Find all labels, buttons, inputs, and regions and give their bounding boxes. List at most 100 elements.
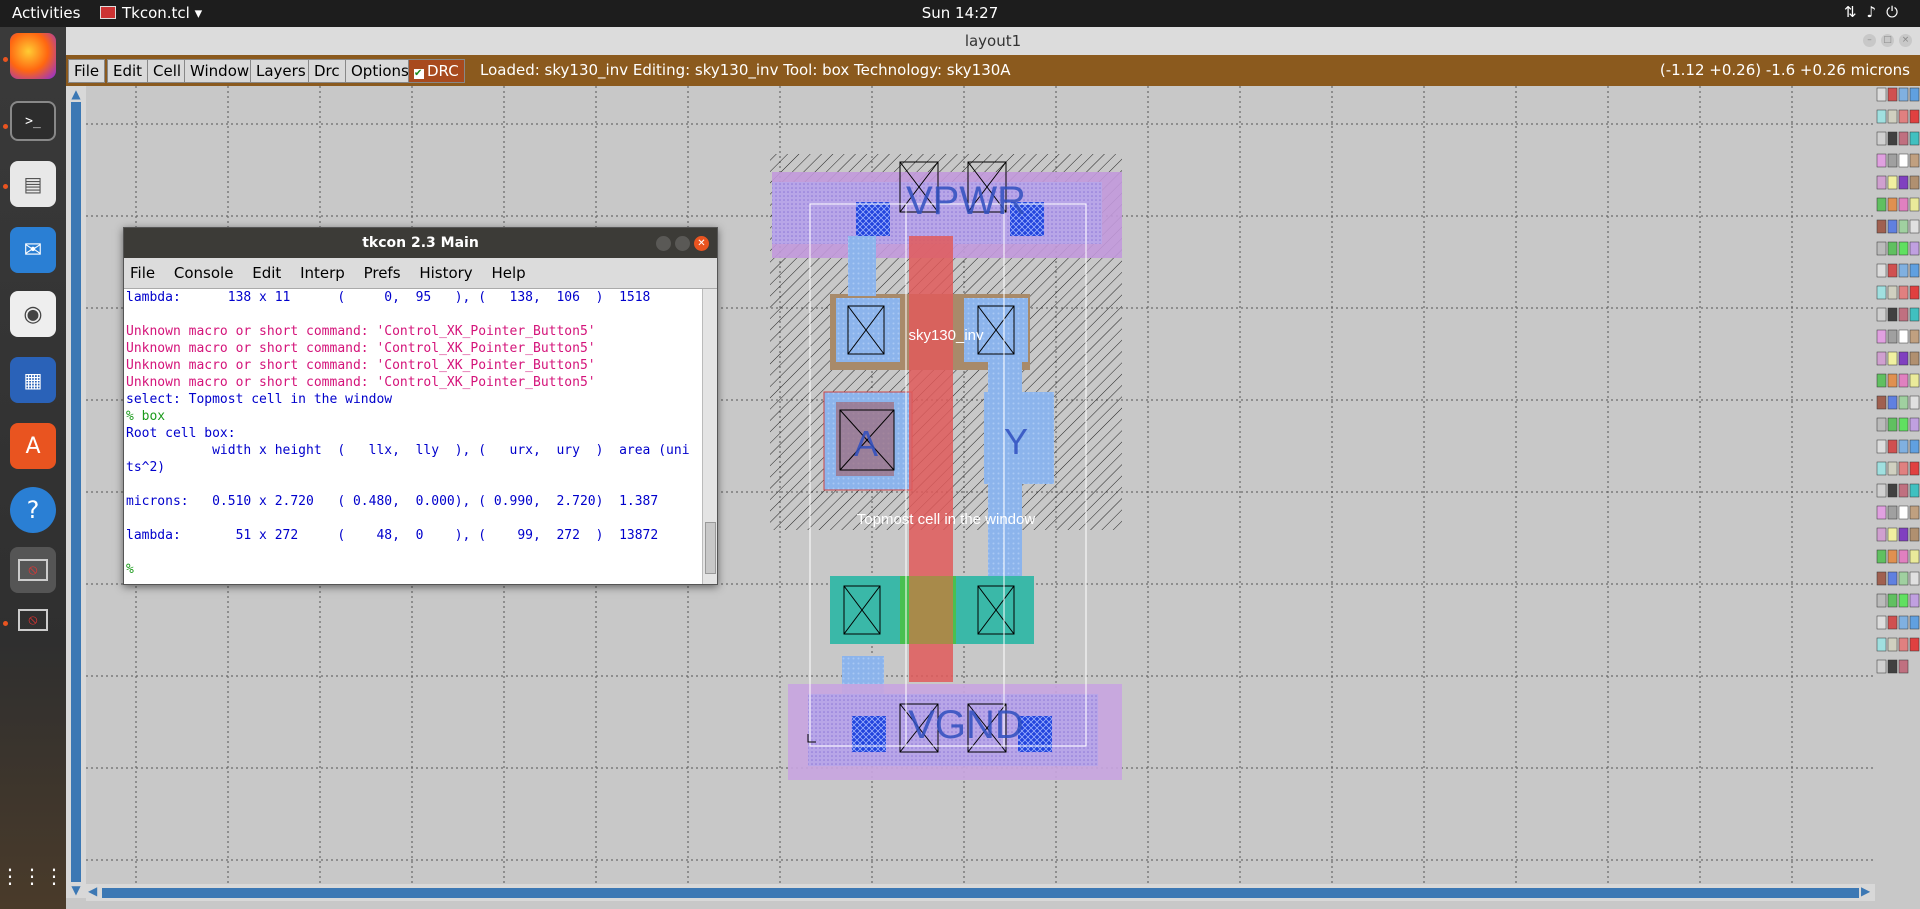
layer-swatch[interactable] [1909, 571, 1920, 586]
window-titlebar[interactable]: layout1 – □ × [66, 27, 1920, 55]
layer-swatch[interactable] [1898, 197, 1909, 212]
system-tray[interactable]: ⇅♪⏻ [1844, 3, 1908, 21]
scroll-up-icon[interactable]: ▲ [68, 87, 84, 101]
tkcon-menu-interp[interactable]: Interp [300, 264, 345, 282]
menu-options[interactable]: Options [345, 59, 415, 83]
layer-swatch[interactable] [1887, 219, 1898, 234]
layer-swatch[interactable] [1887, 153, 1898, 168]
layer-swatch[interactable] [1909, 175, 1920, 190]
layer-swatch[interactable] [1909, 439, 1920, 454]
layer-swatch[interactable] [1887, 109, 1898, 124]
layer-swatch[interactable] [1909, 593, 1920, 608]
layer-swatch[interactable] [1898, 395, 1909, 410]
layer-swatch[interactable] [1876, 131, 1887, 146]
layer-swatch[interactable] [1909, 505, 1920, 520]
writer-icon[interactable]: ▦ [10, 357, 56, 403]
layer-swatch[interactable] [1876, 637, 1887, 652]
layer-swatch[interactable] [1887, 461, 1898, 476]
layer-swatch[interactable] [1909, 395, 1920, 410]
layer-swatch[interactable] [1876, 373, 1887, 388]
layer-swatch[interactable] [1876, 351, 1887, 366]
layer-swatch[interactable] [1887, 175, 1898, 190]
unknown-app-icon[interactable]: ⦸ [10, 597, 56, 643]
layer-swatch[interactable] [1909, 417, 1920, 432]
layer-swatch[interactable] [1887, 417, 1898, 432]
minimize-icon[interactable]: – [1863, 34, 1876, 47]
minimize-icon[interactable] [656, 236, 671, 251]
layer-swatch[interactable] [1898, 439, 1909, 454]
layer-swatch[interactable] [1909, 285, 1920, 300]
layer-swatch[interactable] [1887, 571, 1898, 586]
layer-swatch[interactable] [1909, 131, 1920, 146]
layer-swatch[interactable] [1898, 461, 1909, 476]
layer-swatch[interactable] [1876, 527, 1887, 542]
layer-swatch[interactable] [1898, 593, 1909, 608]
layer-swatch[interactable] [1898, 219, 1909, 234]
files-icon[interactable]: ▤ [10, 161, 56, 207]
maximize-icon[interactable]: □ [1881, 34, 1894, 47]
firefox-icon[interactable] [10, 33, 56, 79]
scroll-left-icon[interactable]: ◀ [88, 884, 102, 898]
tkcon-titlebar[interactable]: tkcon 2.3 Main ✕ [124, 228, 717, 258]
layer-swatch[interactable] [1887, 351, 1898, 366]
layer-swatch[interactable] [1876, 109, 1887, 124]
layer-swatch[interactable] [1876, 175, 1887, 190]
layer-swatch[interactable] [1909, 219, 1920, 234]
layer-swatch[interactable] [1909, 307, 1920, 322]
vertical-scrollbar[interactable]: ▲ ▼ [66, 86, 86, 898]
layer-swatch[interactable] [1887, 637, 1898, 652]
layer-swatch[interactable] [1887, 131, 1898, 146]
close-icon[interactable]: ✕ [694, 236, 709, 251]
vertical-scroll-thumb[interactable] [71, 102, 81, 882]
layer-swatch[interactable] [1887, 263, 1898, 278]
layer-swatch[interactable] [1876, 395, 1887, 410]
layer-swatch[interactable] [1898, 373, 1909, 388]
layer-swatch[interactable] [1876, 285, 1887, 300]
layer-swatch[interactable] [1909, 263, 1920, 278]
layer-swatch[interactable] [1898, 307, 1909, 322]
layer-swatch[interactable] [1887, 241, 1898, 256]
layer-swatch[interactable] [1887, 659, 1898, 674]
layer-swatch[interactable] [1887, 483, 1898, 498]
layer-palette[interactable] [1875, 86, 1920, 884]
scroll-down-icon[interactable]: ▼ [68, 883, 84, 897]
layer-swatch[interactable] [1898, 615, 1909, 630]
layer-swatch[interactable] [1909, 373, 1920, 388]
rhythmbox-icon[interactable]: ◉ [10, 291, 56, 337]
close-icon[interactable]: × [1899, 34, 1912, 47]
layer-swatch[interactable] [1909, 109, 1920, 124]
layer-swatch[interactable] [1876, 615, 1887, 630]
menu-drc[interactable]: Drc [308, 59, 346, 83]
layer-swatch[interactable] [1898, 329, 1909, 344]
layer-swatch[interactable] [1909, 527, 1920, 542]
unknown-app-icon[interactable]: ⦸ [10, 547, 56, 593]
layer-swatch[interactable] [1876, 241, 1887, 256]
tkcon-menu-prefs[interactable]: Prefs [364, 264, 401, 282]
layer-swatch[interactable] [1909, 87, 1920, 102]
help-icon[interactable]: ? [10, 487, 56, 533]
layer-swatch[interactable] [1898, 637, 1909, 652]
software-icon[interactable]: A [10, 423, 56, 469]
tkcon-menu-history[interactable]: History [419, 264, 472, 282]
tkcon-menu-help[interactable]: Help [491, 264, 525, 282]
layer-swatch[interactable] [1876, 439, 1887, 454]
layer-swatch[interactable] [1909, 197, 1920, 212]
layer-swatch[interactable] [1887, 285, 1898, 300]
layer-swatch[interactable] [1909, 241, 1920, 256]
layer-swatch[interactable] [1887, 307, 1898, 322]
show-apps-icon[interactable]: ⋮⋮⋮ [0, 853, 64, 899]
layer-swatch[interactable] [1876, 197, 1887, 212]
layer-swatch[interactable] [1898, 505, 1909, 520]
layer-swatch[interactable] [1887, 87, 1898, 102]
layer-swatch[interactable] [1909, 549, 1920, 564]
layer-swatch[interactable] [1909, 461, 1920, 476]
layer-swatch[interactable] [1909, 483, 1920, 498]
layer-swatch[interactable] [1876, 659, 1887, 674]
layer-swatch[interactable] [1909, 329, 1920, 344]
layer-swatch[interactable] [1909, 637, 1920, 652]
layer-swatch[interactable] [1887, 615, 1898, 630]
maximize-icon[interactable] [675, 236, 690, 251]
console-scrollbar[interactable] [702, 289, 717, 584]
mail-icon[interactable]: ✉ [10, 227, 56, 273]
layer-swatch[interactable] [1898, 241, 1909, 256]
